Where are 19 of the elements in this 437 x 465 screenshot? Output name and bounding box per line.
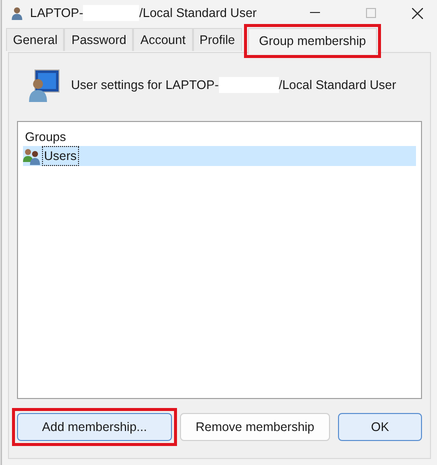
group-item[interactable]: Users [23, 146, 416, 166]
header-text: User settings for LAPTOP- [71, 76, 219, 94]
tab[interactable]: General [6, 28, 64, 52]
list-heading: Groups [24, 129, 67, 146]
group-icon [23, 148, 41, 164]
tab[interactable]: Profile [192, 28, 242, 52]
user-icon [10, 5, 24, 21]
tab[interactable]: Account [133, 28, 193, 52]
header-text: /Local Standard User [278, 76, 396, 94]
window-title: /Local Standard User [139, 4, 257, 22]
dialog-button[interactable]: OK [338, 413, 422, 441]
tab[interactable]: Password [64, 28, 134, 52]
tab[interactable]: Group membership [248, 28, 377, 54]
window-title: LAPTOP- [30, 4, 84, 22]
dialog-button[interactable]: Remove membership [180, 413, 330, 441]
dialog-button[interactable]: Add membership... [17, 413, 172, 441]
close-icon[interactable] [412, 8, 423, 18]
minimize-icon[interactable] [310, 12, 320, 14]
computer-user-icon [27, 68, 61, 102]
